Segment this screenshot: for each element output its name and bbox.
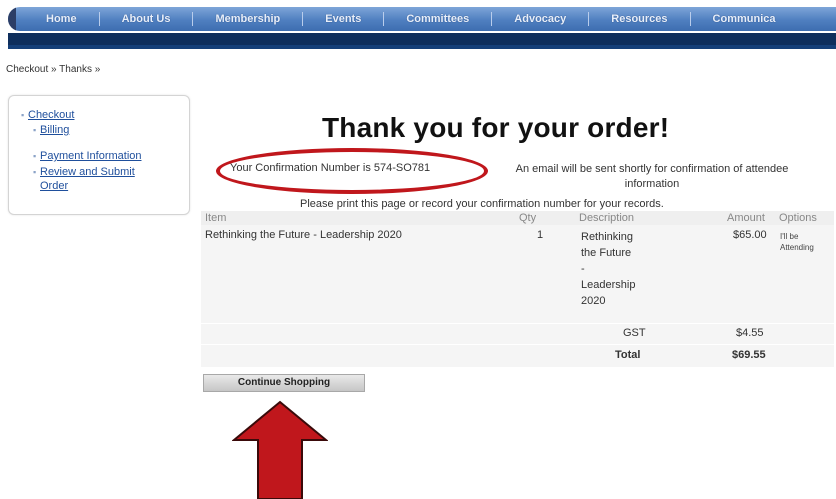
- nav-item-resources[interactable]: Resources: [589, 12, 691, 26]
- nav-bar-cap: [8, 7, 16, 31]
- header-options: Options: [779, 212, 817, 224]
- bullet-icon: ▪: [33, 125, 37, 135]
- annotation-arrow-icon: [232, 400, 328, 499]
- row-options-line: I'll be: [780, 232, 799, 241]
- print-notice: Please print this page or record your co…: [300, 198, 664, 210]
- row-item-name: Rethinking the Future - Leadership 2020: [205, 229, 402, 241]
- table-row: Rethinking the Future - Leadership 2020 …: [201, 225, 834, 323]
- gst-label: GST: [623, 327, 646, 339]
- sidebar-item-order[interactable]: Order: [40, 180, 68, 193]
- email-notice-line1: An email will be sent shortly for confir…: [515, 163, 789, 175]
- continue-shopping-button[interactable]: Continue Shopping: [203, 374, 365, 392]
- header-description: Description: [579, 212, 635, 224]
- nav-item-advocacy[interactable]: Advocacy: [492, 12, 590, 26]
- row-qty: 1: [537, 229, 544, 241]
- bullet-icon: ▪: [33, 151, 37, 161]
- nav-item-about-us[interactable]: About Us: [100, 12, 194, 26]
- gst-amount: $4.55: [736, 327, 764, 339]
- row-description-line: Leadership: [581, 279, 636, 291]
- breadcrumb-text[interactable]: Checkout » Thanks »: [6, 64, 100, 75]
- sidebar-item-payment-information[interactable]: Payment Information: [40, 150, 142, 163]
- nav-item-communications[interactable]: Communica: [691, 12, 798, 26]
- page-title: Thank you for your order!: [322, 112, 670, 143]
- nav-stripe-accent: [8, 45, 836, 49]
- nav-bar: Home About Us Membership Events Committe…: [8, 7, 836, 31]
- nav-item-events[interactable]: Events: [303, 12, 385, 26]
- total-amount: $69.55: [732, 349, 766, 361]
- header-qty: Qty: [519, 212, 537, 224]
- table-header: Item Qty Description Amount Options: [201, 211, 834, 225]
- nav-item-home[interactable]: Home: [16, 12, 100, 26]
- gst-row: GST $4.55: [201, 323, 834, 344]
- email-notice-line2: information: [624, 178, 680, 190]
- total-row: Total $69.55: [201, 344, 834, 367]
- bullet-icon: ▪: [33, 167, 37, 177]
- bullet-icon: ▪: [21, 110, 25, 120]
- confirmation-number: Your Confirmation Number is 574-SO781: [230, 162, 431, 174]
- header-amount: Amount: [727, 212, 765, 224]
- checkout-sidebar: ▪ Checkout ▪ Billing ▪ Payment Informati…: [8, 95, 190, 215]
- breadcrumb: Checkout » Thanks »: [6, 64, 100, 75]
- nav-item-committees[interactable]: Committees: [384, 12, 493, 26]
- sidebar-item-billing[interactable]: Billing: [40, 124, 69, 137]
- row-description-line: Rethinking: [581, 231, 633, 243]
- header-item: Item: [205, 212, 227, 224]
- sidebar-item-checkout[interactable]: Checkout: [28, 109, 74, 122]
- row-options-line: Attending: [780, 243, 814, 252]
- nav-item-membership[interactable]: Membership: [193, 12, 304, 26]
- row-amount: $65.00: [733, 229, 767, 241]
- row-description: Rethinking the Future - Leadership 2020: [581, 229, 635, 309]
- email-notice: An email will be sent shortly for confir…: [482, 162, 822, 192]
- top-navigation: Home About Us Membership Events Committe…: [0, 0, 836, 52]
- row-options: I'll be Attending: [780, 231, 814, 253]
- total-label: Total: [615, 349, 641, 361]
- row-description-line: -: [581, 263, 585, 275]
- row-description-line: 2020: [581, 295, 606, 307]
- row-description-line: the Future: [581, 247, 632, 259]
- sidebar-item-review-and-submit[interactable]: Review and Submit: [40, 166, 135, 179]
